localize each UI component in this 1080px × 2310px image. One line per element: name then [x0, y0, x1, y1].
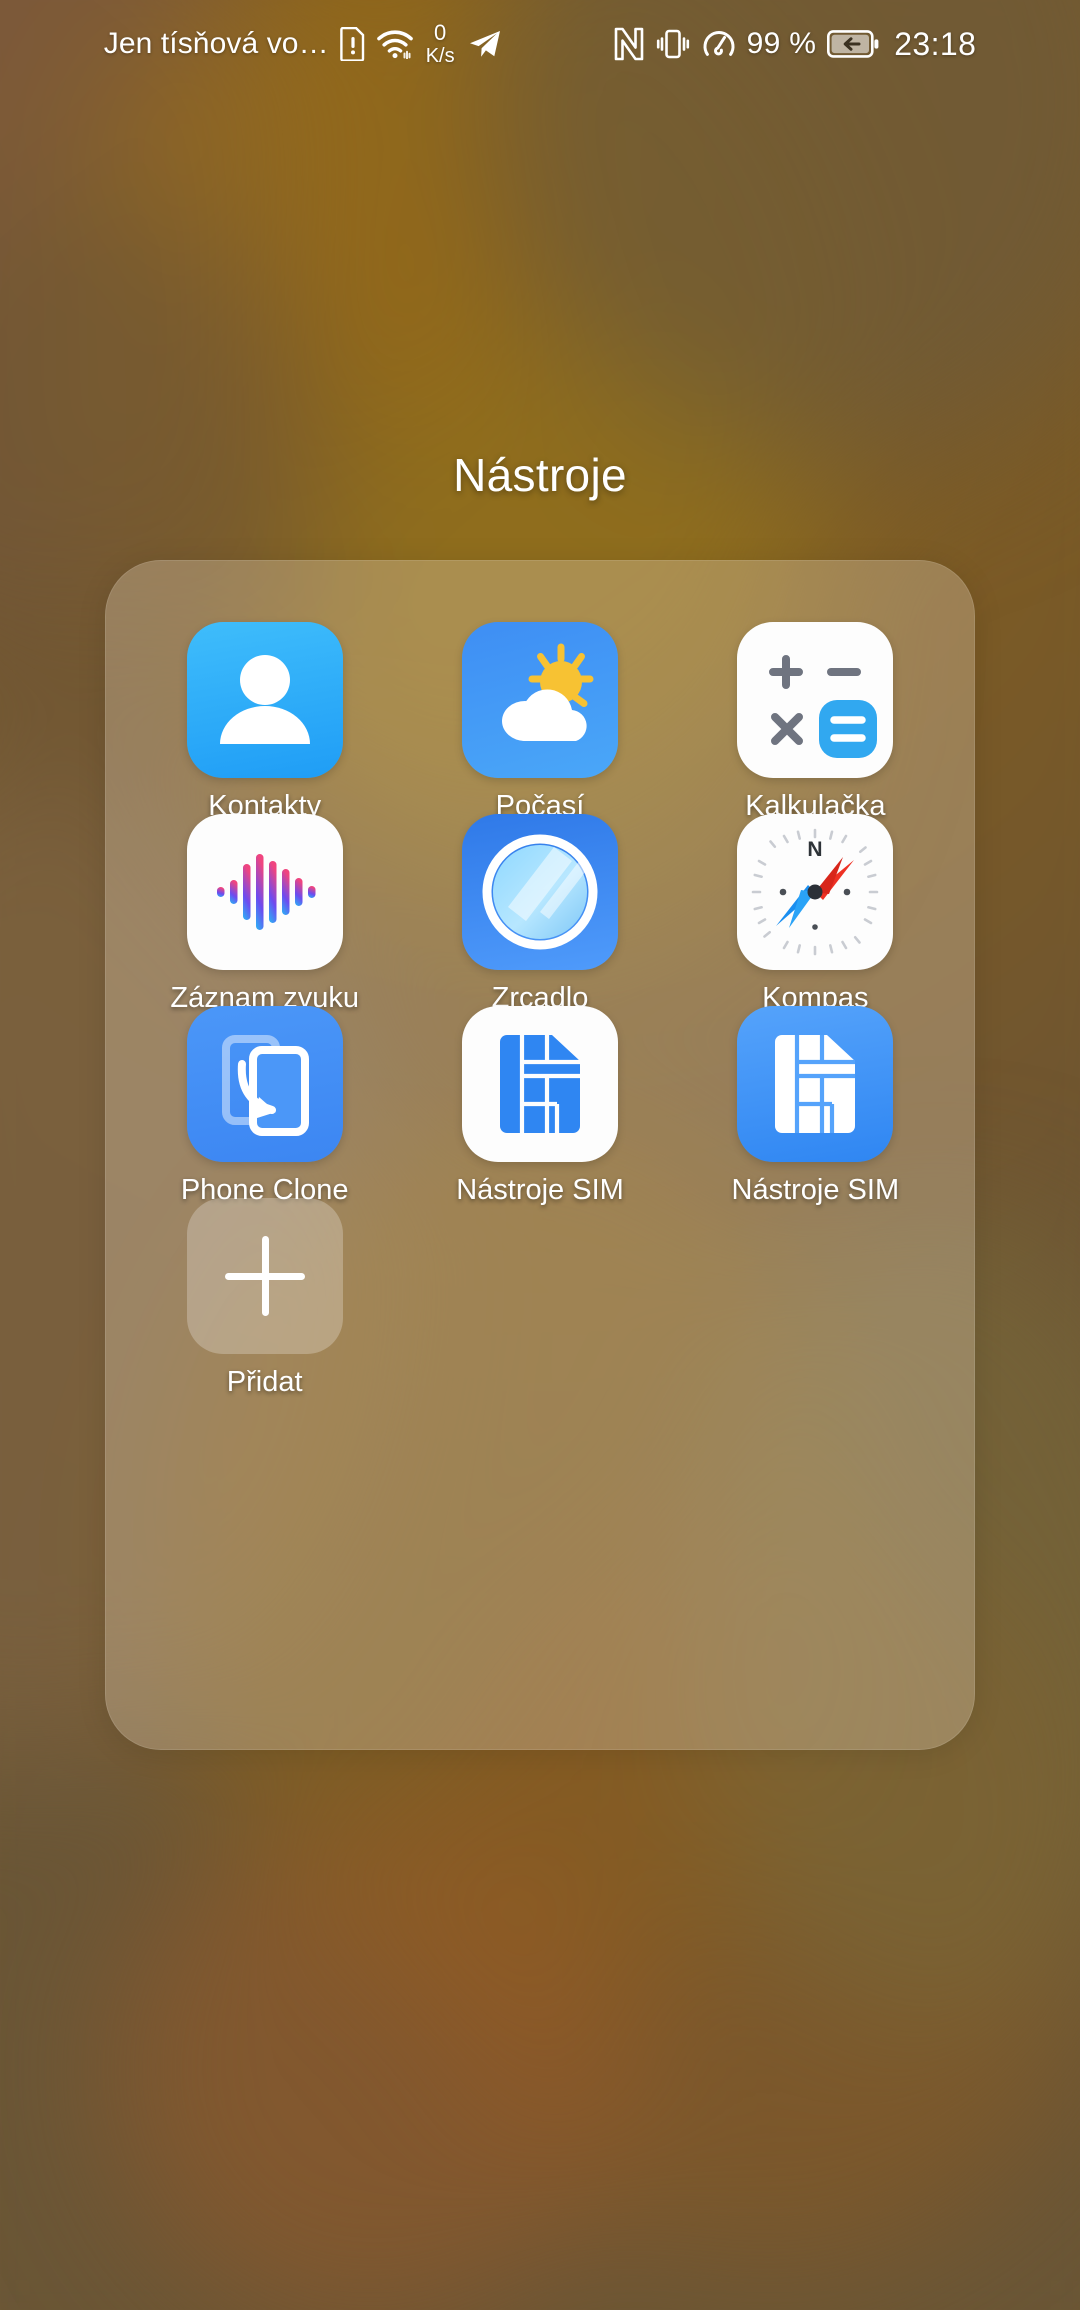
mirror-icon [461, 814, 618, 970]
status-bar-right: 99 % 23:18 [614, 26, 977, 63]
app-item-zaznam-zvuku[interactable]: Záznam zvuku [127, 814, 402, 1013]
network-speed-value: 0 [434, 20, 447, 45]
folder-app-grid: Kontakty Počasí Kalkulačka Záznam zvuku … [105, 560, 975, 1750]
app-label: Přidat [226, 1366, 303, 1398]
contacts-icon [186, 622, 343, 778]
app-item-pocasi[interactable]: Počasí [402, 622, 677, 821]
vibrate-icon [655, 27, 691, 61]
status-bar[interactable]: Jen tísňová vo… 0 K/s 99 % 23:18 [0, 0, 1080, 88]
network-speed-indicator: 0 K/s [425, 20, 455, 67]
calculator-icon [737, 622, 894, 778]
app-item-zrcadlo[interactable]: Zrcadlo [402, 814, 677, 1013]
status-bar-left: Jen tísňová vo… 0 K/s [104, 22, 502, 66]
folder-overlay[interactable]: Nástroje Kontakty Počasí Kalkulačka Zázn… [0, 0, 1080, 2310]
sim-alert-icon [339, 27, 366, 61]
network-speed-unit: K/s [425, 45, 455, 67]
app-item-nastroje-sim-blue[interactable]: Nástroje SIM [678, 1006, 953, 1205]
app-item-kalkulacka[interactable]: Kalkulačka [678, 622, 953, 821]
battery-percent-label: 99 % [746, 27, 817, 60]
sim-toolkit-white-icon [461, 1006, 618, 1162]
app-item-kontakty[interactable]: Kontakty [127, 622, 402, 821]
wifi-icon [376, 29, 413, 59]
app-label: Nástroje SIM [456, 1174, 624, 1206]
app-item-phone-clone[interactable]: Phone Clone [127, 1006, 402, 1205]
performance-mode-icon [702, 27, 736, 61]
compass-icon: N [737, 814, 894, 970]
clock-label: 23:18 [894, 25, 977, 62]
weather-icon [461, 622, 618, 778]
nfc-icon [614, 27, 644, 61]
sim-toolkit-blue-icon [737, 1006, 894, 1162]
phone-clone-icon [186, 1006, 343, 1162]
folder-title[interactable]: Nástroje [0, 448, 1080, 502]
svg-text:N: N [808, 838, 823, 861]
app-item-kompas[interactable]: N Kompas [678, 814, 953, 1013]
app-label: Nástroje SIM [731, 1174, 900, 1206]
app-item-nastroje-sim-white[interactable]: Nástroje SIM [402, 1006, 677, 1205]
add-plus-icon[interactable] [186, 1198, 343, 1354]
app-item-pridat[interactable]: Přidat [127, 1198, 402, 1397]
sound-recorder-icon [186, 814, 343, 970]
telegram-icon [468, 28, 502, 60]
battery-charging-icon [827, 29, 879, 59]
carrier-label: Jen tísňová vo… [103, 27, 329, 60]
